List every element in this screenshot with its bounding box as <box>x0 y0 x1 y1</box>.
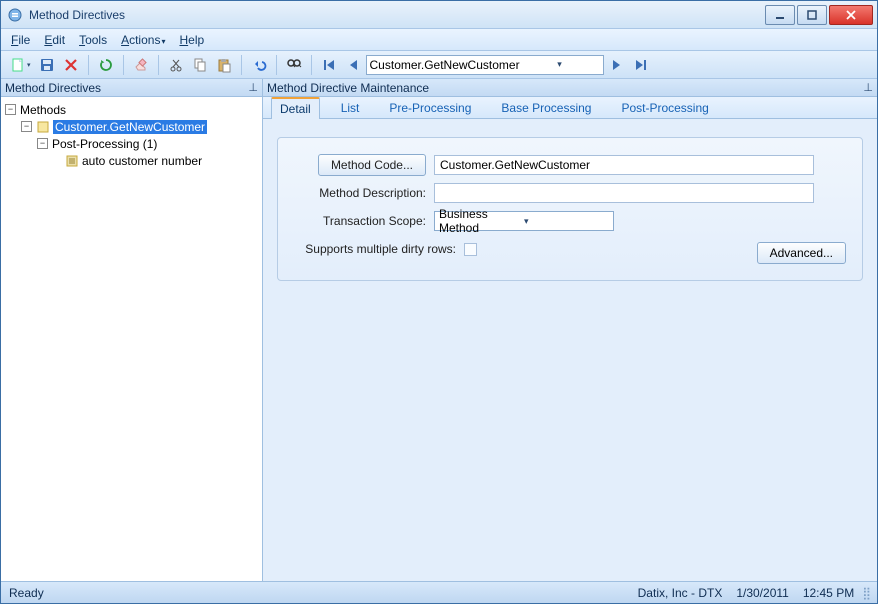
menu-help[interactable]: Help <box>179 33 204 47</box>
main-panel-title: Method Directive Maintenance <box>267 81 429 95</box>
find-button[interactable] <box>283 54 305 76</box>
status-time: 12:45 PM <box>803 586 854 600</box>
tree-root[interactable]: − Methods <box>3 101 260 118</box>
main-panel: Method Directive Maintenance ⊥ Detail Li… <box>263 79 877 581</box>
nav-combo-value: Customer.GetNewCustomer <box>370 58 520 72</box>
body: Method Directives ⊥ − Methods − Customer… <box>1 79 877 581</box>
tree-directive-node[interactable]: auto customer number <box>3 152 260 169</box>
tree-group-label: Post-Processing (1) <box>52 137 157 151</box>
tree-root-label: Methods <box>20 103 66 117</box>
paste-button[interactable] <box>213 54 235 76</box>
method-description-input[interactable] <box>434 183 814 203</box>
window-buttons <box>765 5 873 25</box>
nav-combo[interactable]: Customer.GetNewCustomer ▾ <box>366 55 604 75</box>
maximize-button[interactable] <box>797 5 827 25</box>
nav-first-button[interactable] <box>318 54 340 76</box>
toolbar-separator <box>123 55 124 75</box>
menubar: File Edit Tools Actions▾ Help <box>1 29 877 51</box>
row-transaction-scope: Transaction Scope: Business Method ▾ <box>294 210 846 232</box>
delete-button[interactable] <box>60 54 82 76</box>
toolbar-separator <box>158 55 159 75</box>
transaction-scope-select[interactable]: Business Method ▾ <box>434 211 614 231</box>
status-date: 1/30/2011 <box>736 586 789 600</box>
tree-panel: Method Directives ⊥ − Methods − Customer… <box>1 79 263 581</box>
tree-directive-label: auto customer number <box>82 154 202 168</box>
toolbar-separator <box>311 55 312 75</box>
toolbar-separator <box>276 55 277 75</box>
toolbar-separator <box>88 55 89 75</box>
app-icon <box>7 7 23 23</box>
tab-detail[interactable]: Detail <box>271 97 320 119</box>
resize-grip-icon[interactable]: ⣿ <box>862 586 869 600</box>
transaction-scope-value: Business Method <box>439 207 524 235</box>
tab-base-processing[interactable]: Base Processing <box>492 97 600 118</box>
form-area: Method Code... Method Description: Trans… <box>263 119 877 299</box>
detail-form: Method Code... Method Description: Trans… <box>277 137 863 281</box>
tree[interactable]: − Methods − Customer.GetNewCustomer − Po… <box>1 97 262 581</box>
tab-pre-processing[interactable]: Pre-Processing <box>380 97 480 118</box>
refresh-button[interactable] <box>95 54 117 76</box>
directive-icon <box>65 154 79 168</box>
minimize-button[interactable] <box>765 5 795 25</box>
dirty-rows-checkbox[interactable] <box>464 243 477 256</box>
menu-actions[interactable]: Actions▾ <box>121 33 165 47</box>
copy-button[interactable] <box>189 54 211 76</box>
method-code-input[interactable] <box>434 155 814 175</box>
method-code-button-cell: Method Code... <box>294 154 434 176</box>
advanced-button[interactable]: Advanced... <box>757 242 846 264</box>
dirty-rows-label: Supports multiple dirty rows: <box>294 242 464 256</box>
clear-button[interactable] <box>130 54 152 76</box>
tab-list[interactable]: List <box>332 97 369 118</box>
status-ready: Ready <box>9 586 624 600</box>
method-icon <box>36 120 50 134</box>
collapse-icon[interactable]: − <box>21 121 32 132</box>
pin-icon[interactable]: ⊥ <box>863 81 873 94</box>
tree-method-label: Customer.GetNewCustomer <box>53 120 207 134</box>
new-button[interactable]: ▾ <box>7 54 34 76</box>
tree-method-node[interactable]: − Customer.GetNewCustomer <box>3 118 260 135</box>
menu-tools[interactable]: Tools <box>79 33 107 47</box>
statusbar: Ready Datix, Inc - DTX 1/30/2011 12:45 P… <box>1 581 877 603</box>
menu-file[interactable]: File <box>11 33 30 47</box>
window-title: Method Directives <box>29 8 765 22</box>
tree-panel-header: Method Directives ⊥ <box>1 79 262 97</box>
pin-icon[interactable]: ⊥ <box>248 81 258 94</box>
transaction-scope-label: Transaction Scope: <box>294 214 434 228</box>
close-button[interactable] <box>829 5 873 25</box>
nav-last-button[interactable] <box>630 54 652 76</box>
status-company: Datix, Inc - DTX <box>638 586 723 600</box>
tab-post-processing[interactable]: Post-Processing <box>612 97 717 118</box>
titlebar: Method Directives <box>1 1 877 29</box>
row-method-code: Method Code... <box>294 154 846 176</box>
row-method-description: Method Description: <box>294 182 846 204</box>
chevron-down-icon[interactable]: ▾ <box>520 59 600 70</box>
collapse-icon[interactable]: − <box>37 138 48 149</box>
main-panel-header: Method Directive Maintenance ⊥ <box>263 79 877 97</box>
tree-panel-title: Method Directives <box>5 81 101 95</box>
undo-button[interactable] <box>248 54 270 76</box>
nav-prev-button[interactable] <box>342 54 364 76</box>
toolbar-separator <box>241 55 242 75</box>
tabbar: Detail List Pre-Processing Base Processi… <box>263 97 877 119</box>
cut-button[interactable] <box>165 54 187 76</box>
chevron-down-icon: ▾ <box>161 37 165 46</box>
app-window: Method Directives File Edit Tools Action… <box>0 0 878 604</box>
nav-next-button[interactable] <box>606 54 628 76</box>
collapse-icon[interactable]: − <box>5 104 16 115</box>
chevron-down-icon[interactable]: ▾ <box>524 216 609 227</box>
tree-group-node[interactable]: − Post-Processing (1) <box>3 135 260 152</box>
method-code-button[interactable]: Method Code... <box>318 154 426 176</box>
method-description-label: Method Description: <box>294 186 434 200</box>
save-button[interactable] <box>36 54 58 76</box>
menu-edit[interactable]: Edit <box>44 33 65 47</box>
chevron-down-icon: ▾ <box>27 61 31 69</box>
toolbar: ▾ Customer.GetNewCustomer ▾ <box>1 51 877 79</box>
